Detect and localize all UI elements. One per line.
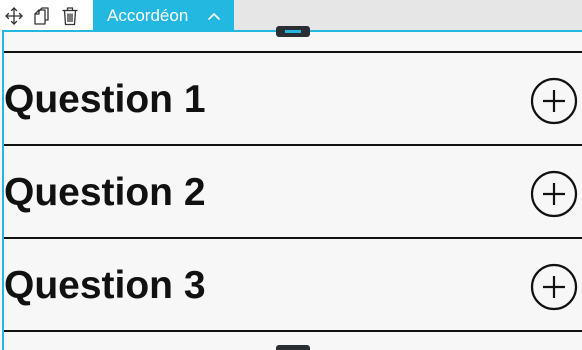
widget-type-label: Accordéon (107, 5, 189, 25)
accordion-item-2[interactable]: Question 2 (4, 146, 582, 237)
accordion-item-title: Question 2 (4, 171, 206, 214)
resize-handle-bottom[interactable] (276, 345, 310, 350)
chevron-up-icon[interactable] (194, 0, 234, 31)
widget-actions (0, 0, 93, 31)
accordion-item-title: Question 3 (4, 264, 206, 307)
plus-circle-icon[interactable] (530, 77, 578, 125)
move-icon[interactable] (0, 0, 28, 31)
plus-circle-icon[interactable] (530, 263, 578, 311)
resize-handle-top[interactable] (276, 26, 310, 37)
trash-icon[interactable] (56, 0, 84, 31)
plus-circle-icon[interactable] (530, 170, 578, 218)
widget-type-tab[interactable]: Accordéon (93, 0, 234, 31)
editor-canvas: Accordéon Question 1 Question 2 Question… (0, 0, 582, 350)
accordion-item-1[interactable]: Question 1 (4, 53, 582, 144)
accordion: Question 1 Question 2 Question 3 (4, 51, 582, 332)
duplicate-icon[interactable] (28, 0, 56, 31)
accordion-item-title: Question 1 (4, 78, 206, 121)
accordion-item-3[interactable]: Question 3 (4, 239, 582, 330)
divider (4, 330, 582, 332)
